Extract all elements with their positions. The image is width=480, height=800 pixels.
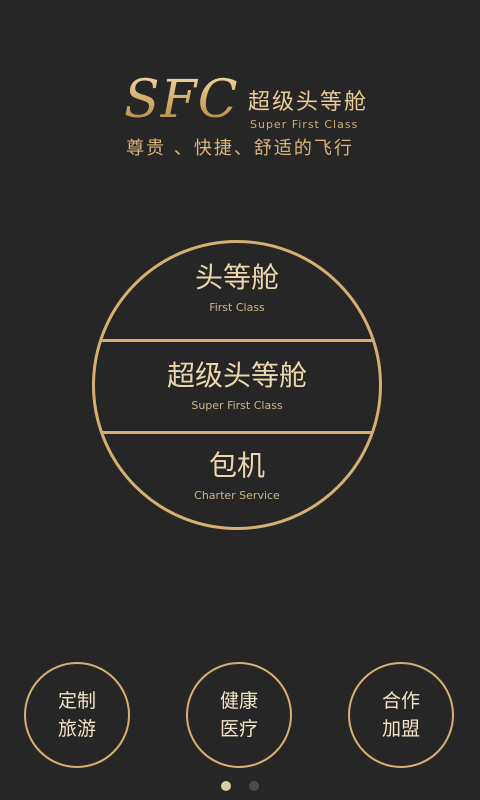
button-label-line2: 医疗 bbox=[219, 718, 258, 740]
divider bbox=[95, 431, 379, 434]
logo-name-cn: 超级头等舱 bbox=[248, 90, 369, 115]
menu-item-first-class[interactable]: 头等舱 First Class bbox=[95, 261, 379, 337]
menu-item-charter-service[interactable]: 包机 Charter Service bbox=[95, 449, 379, 519]
page-dot-active[interactable] bbox=[221, 781, 232, 791]
button-label-line2: 旅游 bbox=[57, 718, 96, 740]
page-indicator bbox=[0, 776, 480, 795]
button-label-line2: 加盟 bbox=[381, 718, 420, 740]
logo-name-en: Super First Class bbox=[250, 118, 359, 131]
class-menu-circle: 头等舱 First Class 超级头等舱 Super First Class … bbox=[92, 240, 382, 530]
custom-travel-button[interactable]: 定制 旅游 bbox=[24, 662, 130, 768]
menu-item-label-en: Charter Service bbox=[194, 489, 280, 502]
menu-item-label-cn: 超级头等舱 bbox=[166, 359, 307, 392]
menu-item-label-en: Super First Class bbox=[191, 399, 283, 412]
button-label-line1: 合作 bbox=[381, 690, 420, 712]
menu-item-label-en: First Class bbox=[209, 301, 265, 314]
menu-item-label-cn: 包机 bbox=[208, 449, 265, 482]
menu-item-super-first-class[interactable]: 超级头等舱 Super First Class bbox=[95, 359, 379, 429]
partnership-button[interactable]: 合作 加盟 bbox=[348, 662, 454, 768]
divider bbox=[95, 339, 379, 342]
page-dot-inactive[interactable] bbox=[248, 781, 259, 791]
button-label-line1: 定制 bbox=[57, 690, 96, 712]
health-medical-button[interactable]: 健康 医疗 bbox=[186, 662, 292, 768]
slogan: 尊贵 、快捷、舒适的飞行 bbox=[126, 138, 354, 159]
logo-mark: SFC bbox=[124, 70, 239, 130]
menu-item-label-cn: 头等舱 bbox=[194, 261, 279, 294]
button-label-line1: 健康 bbox=[219, 690, 258, 712]
